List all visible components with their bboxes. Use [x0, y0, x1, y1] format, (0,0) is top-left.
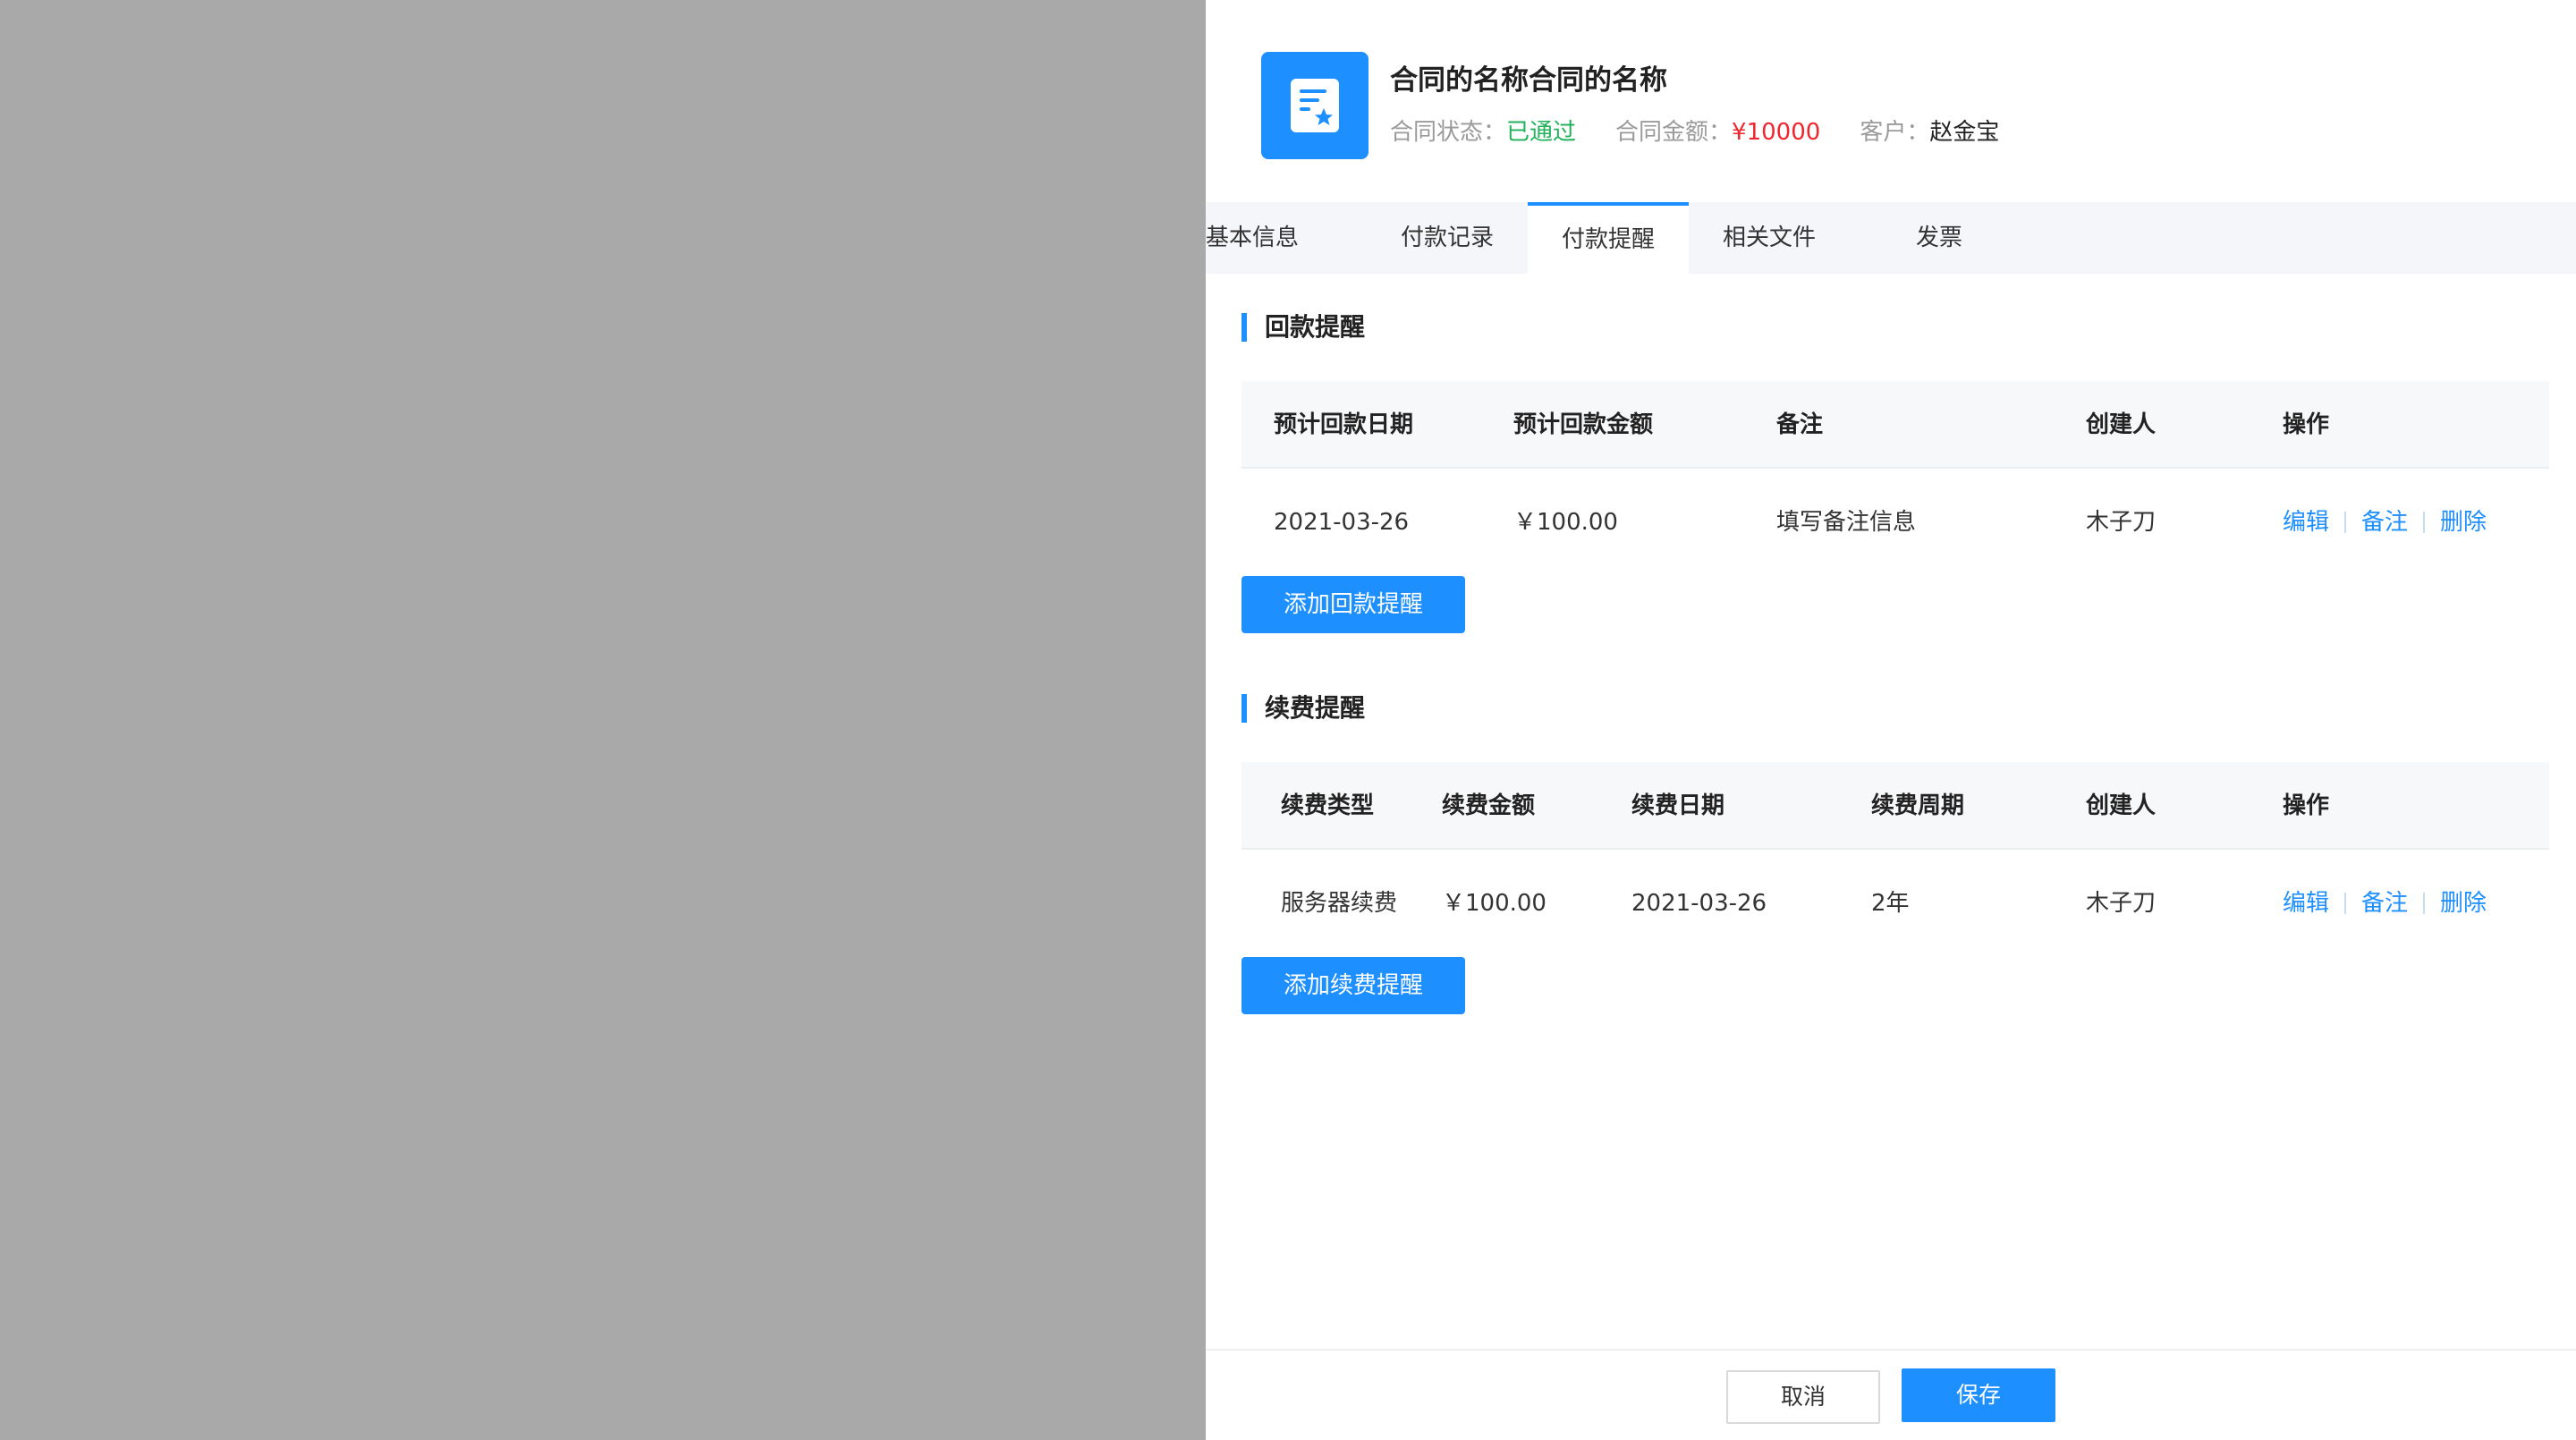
date-cell: 2021-03-26: [1274, 509, 1410, 536]
creator-cell: 木子刀: [2086, 509, 2157, 536]
type-cell: 服务器续费: [1281, 890, 1398, 917]
payment-reminder-table: 预计回款日期 预计回款金额 备注 创建人 操作 2021-03-26 ￥100.…: [1241, 381, 2549, 576]
customer-meta: 客户： 赵金宝: [1860, 116, 1999, 148]
tab-payment-records[interactable]: 付款记录: [1367, 202, 1528, 274]
action-divider: [2423, 893, 2426, 914]
contract-meta: 合同状态： 已通过 合同金额： ¥10000 客户： 赵金宝: [1390, 116, 2038, 148]
table-header: 预计回款日期 预计回款金额 备注 创建人 操作: [1241, 381, 2549, 469]
amount-cell: ￥100.00: [1442, 890, 1546, 917]
column-header: 创建人: [2086, 792, 2157, 819]
table-header: 续费类型 续费金额 续费日期 续费周期 创建人 操作: [1241, 762, 2549, 850]
column-header: 创建人: [2086, 411, 2157, 438]
creator-cell: 木子刀: [2086, 890, 2157, 917]
add-renewal-reminder-button[interactable]: 添加续费提醒: [1241, 957, 1465, 1014]
contract-title: 合同的名称合同的名称: [1390, 64, 1667, 97]
tab-basic-info[interactable]: 基本信息: [1206, 202, 1299, 274]
contract-detail-drawer: 合同的名称合同的名称 合同状态： 已通过 合同金额： ¥10000 客户： 赵金…: [1206, 0, 2576, 1440]
column-header: 续费日期: [1631, 792, 1725, 819]
edit-link[interactable]: 编辑: [2283, 850, 2329, 957]
modal-overlay[interactable]: [0, 0, 1206, 1440]
note-link[interactable]: 备注: [2361, 469, 2408, 576]
tab-related-files[interactable]: 相关文件: [1689, 202, 1850, 274]
delete-link[interactable]: 删除: [2440, 469, 2487, 576]
period-cell: 2年: [1871, 890, 1910, 917]
action-divider: [2423, 512, 2426, 533]
amount-meta: 合同金额： ¥10000: [1615, 116, 1820, 148]
table-row: 服务器续费 ￥100.00 2021-03-26 2年 木子刀 编辑 备注 删除: [1241, 850, 2549, 957]
tab-bar: 基本信息 付款记录 付款提醒 相关文件 发票: [1206, 202, 2576, 274]
tab-payment-reminders[interactable]: 付款提醒: [1528, 202, 1689, 274]
add-payment-reminder-button[interactable]: 添加回款提醒: [1241, 576, 1465, 633]
payment-reminder-title: 回款提醒: [1241, 313, 1365, 342]
delete-link[interactable]: 删除: [2440, 850, 2487, 957]
note-cell: 填写备注信息: [1776, 509, 1917, 536]
save-button[interactable]: 保存: [1902, 1368, 2055, 1422]
column-header: 操作: [2283, 792, 2330, 819]
tab-invoices[interactable]: 发票: [1850, 202, 2029, 274]
column-header: 操作: [2283, 411, 2330, 438]
status-label: 合同状态：: [1390, 119, 1507, 146]
amount-value: ¥10000: [1732, 119, 1821, 146]
cancel-button[interactable]: 取消: [1726, 1370, 1880, 1424]
table-row: 2021-03-26 ￥100.00 填写备注信息 木子刀 编辑 备注 删除: [1241, 469, 2549, 576]
column-header: 续费类型: [1281, 792, 1375, 819]
renewal-reminder-table: 续费类型 续费金额 续费日期 续费周期 创建人 操作 服务器续费 ￥100.00…: [1241, 762, 2549, 957]
renewal-reminder-title: 续费提醒: [1241, 694, 1365, 723]
column-header: 续费金额: [1442, 792, 1536, 819]
column-header: 备注: [1776, 411, 1824, 438]
action-divider: [2344, 512, 2347, 533]
note-link[interactable]: 备注: [2361, 850, 2408, 957]
action-divider: [2344, 893, 2347, 914]
status-meta: 合同状态： 已通过: [1390, 116, 1576, 148]
status-value: 已通过: [1506, 119, 1577, 146]
edit-link[interactable]: 编辑: [2283, 469, 2329, 576]
column-header: 续费周期: [1871, 792, 1965, 819]
customer-value: 赵金宝: [1929, 119, 2000, 146]
drawer-footer: 取消 保存: [1206, 1349, 2576, 1440]
column-header: 预计回款金额: [1513, 411, 1654, 438]
customer-label: 客户：: [1860, 119, 1930, 146]
amount-cell: ￥100.00: [1513, 509, 1618, 536]
contract-document-star-icon: [1261, 52, 1368, 159]
column-header: 预计回款日期: [1274, 411, 1414, 438]
row-actions: 编辑 备注 删除: [2283, 850, 2487, 957]
row-actions: 编辑 备注 删除: [2283, 469, 2487, 576]
amount-label: 合同金额：: [1615, 119, 1733, 146]
date-cell: 2021-03-26: [1631, 890, 1767, 917]
